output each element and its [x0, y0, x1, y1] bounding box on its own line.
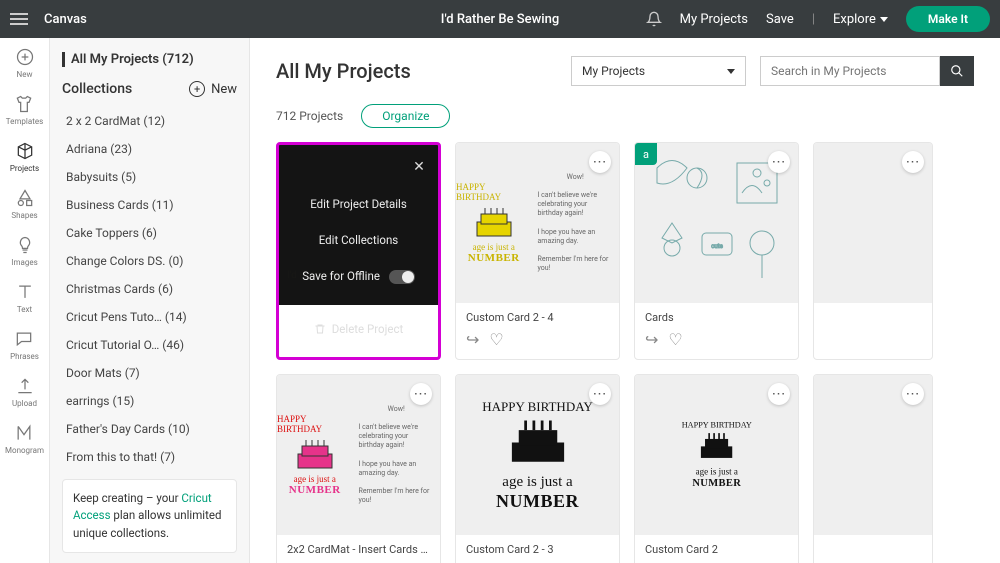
upload-icon: [14, 375, 36, 397]
sidebar: All My Projects (712) Collections + New …: [50, 38, 250, 563]
card-more-icon[interactable]: ⋯: [902, 151, 924, 173]
collection-item[interactable]: Cricut Tutorial O… (46): [62, 331, 237, 359]
search-input[interactable]: [760, 56, 940, 86]
caret-down-icon: [727, 69, 735, 74]
app-name: Canvas: [44, 12, 87, 27]
card-more-icon[interactable]: ⋯: [589, 151, 611, 173]
trash-icon: [314, 323, 326, 335]
project-title: I'd Rather Be Sewing: [441, 12, 559, 27]
rail-projects[interactable]: Projects: [10, 140, 39, 173]
menu-icon[interactable]: [10, 13, 28, 25]
share-icon[interactable]: ↪: [466, 330, 479, 349]
card-title: Custom Card 2 - 4: [466, 311, 609, 324]
text-icon: [14, 281, 36, 303]
card-title: Cards: [645, 311, 788, 324]
toggle-icon[interactable]: [389, 270, 415, 284]
share-icon[interactable]: ↪: [645, 330, 658, 349]
svg-text:cute: cute: [711, 243, 723, 250]
access-badge-icon: a: [635, 143, 657, 165]
monogram-icon: [13, 422, 35, 444]
collection-item[interactable]: earrings (15): [62, 387, 237, 415]
heart-icon[interactable]: ♡: [668, 330, 682, 349]
new-collection-button[interactable]: + New: [189, 81, 237, 97]
filter-dropdown[interactable]: My Projects: [571, 56, 746, 86]
card-more-icon[interactable]: ⋯: [768, 151, 790, 173]
heart-icon[interactable]: ♡: [489, 330, 503, 349]
bell-icon[interactable]: [646, 11, 662, 27]
my-projects-link[interactable]: My Projects: [680, 12, 748, 27]
project-card[interactable]: ⋯ HAPPY BIRTHDAY age is just a NUMBER Cu…: [455, 374, 620, 563]
collection-item[interactable]: Cake Toppers (6): [62, 219, 237, 247]
delete-project-item[interactable]: Delete Project: [314, 322, 403, 336]
project-card[interactable]: ⋯: [813, 374, 933, 563]
collection-item[interactable]: Door Mats (7): [62, 359, 237, 387]
card-context-menu: ✕ Edit Project Details Edit Collections …: [279, 145, 438, 305]
project-card[interactable]: ⋯ HAPPY BIRTHDAY age is just a NUMBER Wo…: [455, 142, 620, 360]
rail-shapes[interactable]: Shapes: [11, 187, 37, 220]
explore-dropdown[interactable]: Explore: [833, 12, 888, 27]
save-offline-item[interactable]: Save for Offline: [302, 263, 415, 290]
top-bar: Canvas I'd Rather Be Sewing My Projects …: [0, 0, 1000, 38]
organize-button[interactable]: Organize: [361, 104, 450, 128]
card-more-icon[interactable]: ⋯: [589, 383, 611, 405]
collection-item[interactable]: From this to that! (7): [62, 443, 237, 471]
project-count: 712 Projects: [276, 109, 343, 123]
collection-item[interactable]: Babysuits (5): [62, 163, 237, 191]
cake-icon: [696, 430, 737, 464]
tshirt-icon: [13, 93, 35, 115]
rail-upload[interactable]: Upload: [12, 375, 37, 408]
card-more-icon[interactable]: ⋯: [768, 383, 790, 405]
collections-list: 2 x 2 CardMat (12) Adriana (23) Babysuit…: [62, 107, 237, 471]
project-card[interactable]: ⋯: [813, 142, 933, 360]
plus-icon: +: [189, 81, 205, 97]
page-title: All My Projects: [276, 59, 557, 83]
card-title: Custom Card 2: [645, 543, 788, 556]
rail-monogram[interactable]: Monogram: [5, 422, 44, 455]
collection-item[interactable]: Father's Day Cards (10): [62, 415, 237, 443]
collections-heading: Collections: [62, 81, 132, 97]
plus-circle-icon: [14, 46, 36, 68]
make-it-button[interactable]: Make It: [906, 6, 990, 32]
main-content: All My Projects My Projects 712 Projects…: [250, 38, 1000, 563]
rail-templates[interactable]: Templates: [6, 93, 43, 126]
card-more-icon[interactable]: ⋯: [410, 383, 432, 405]
rail-text[interactable]: Text: [14, 281, 36, 314]
collection-item[interactable]: Change Colors DS. (0): [62, 247, 237, 275]
card-title: Custom Card 2 - 3: [466, 543, 609, 556]
collection-item[interactable]: Business Cards (11): [62, 191, 237, 219]
edit-collections-item[interactable]: Edit Collections: [319, 227, 398, 253]
rail-new[interactable]: New: [14, 46, 36, 79]
rail-phrases[interactable]: Phrases: [10, 328, 39, 361]
collection-item[interactable]: 2 x 2 CardMat (12): [62, 107, 237, 135]
project-card[interactable]: I'd Rather Be Sewing ✕ Edit Project Deta…: [276, 142, 441, 360]
cake-icon: [469, 202, 519, 242]
card-more-icon[interactable]: ⋯: [902, 383, 924, 405]
sidebar-all-projects[interactable]: All My Projects (712): [62, 52, 237, 67]
project-card[interactable]: ⋯ HAPPY BIRTHDAY age is just a NUMBER Wo…: [276, 374, 441, 563]
search-button[interactable]: [940, 56, 974, 86]
top-divider: |: [812, 12, 815, 27]
project-card[interactable]: a ⋯ cute C: [634, 142, 799, 360]
save-link[interactable]: Save: [766, 12, 794, 27]
collection-item[interactable]: Cricut Pens Tuto… (14): [62, 303, 237, 331]
cube-icon: [14, 140, 36, 162]
info-card: Keep creating – your Cricut Access plan …: [62, 479, 237, 553]
card-title: 2x2 CardMat - Insert Cards - 3: [287, 543, 430, 556]
cards-art-icon: cute: [642, 148, 792, 298]
tool-rail: New Templates Projects Shapes Images Tex…: [0, 38, 50, 563]
shapes-icon: [14, 187, 36, 209]
collection-item[interactable]: Adriana (23): [62, 135, 237, 163]
project-grid: I'd Rather Be Sewing ✕ Edit Project Deta…: [276, 142, 974, 563]
chat-icon: [13, 328, 35, 350]
edit-details-item[interactable]: Edit Project Details: [310, 191, 407, 217]
cake-icon: [290, 434, 340, 474]
lightbulb-icon: [14, 234, 36, 256]
close-icon[interactable]: ✕: [410, 159, 428, 175]
rail-images[interactable]: Images: [11, 234, 37, 267]
project-card[interactable]: ⋯ HAPPY BIRTHDAY age is just a NUMBER Cu…: [634, 374, 799, 563]
collection-item[interactable]: Christmas Cards (6): [62, 275, 237, 303]
cake-icon: [503, 415, 573, 470]
